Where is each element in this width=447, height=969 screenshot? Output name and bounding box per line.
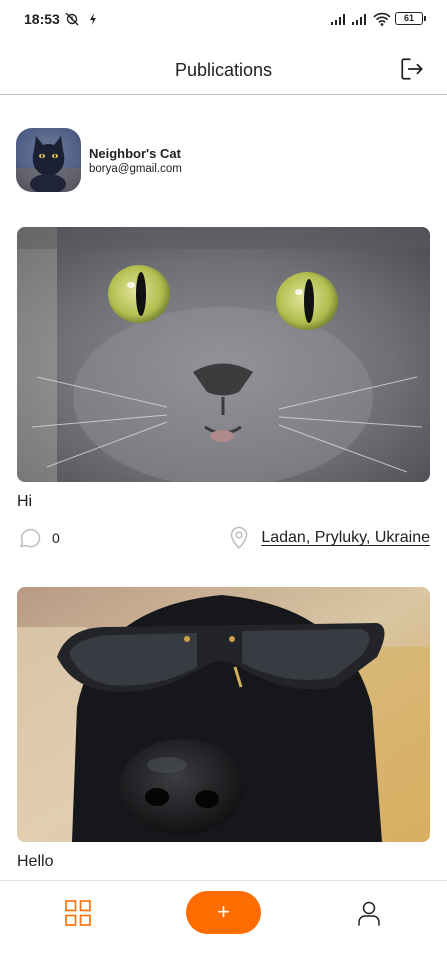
comments-count: 0 xyxy=(52,530,60,546)
post-image[interactable] xyxy=(17,587,430,842)
status-time: 18:53 xyxy=(24,11,60,27)
signal-icon xyxy=(331,14,345,25)
post-card: Hello xyxy=(17,587,430,872)
post-image[interactable] xyxy=(17,227,430,482)
comment-icon xyxy=(20,528,41,548)
user-profile: Neighbor's Cat borya@gmail.com xyxy=(16,128,182,192)
logout-icon[interactable] xyxy=(399,56,425,82)
wifi-icon xyxy=(373,12,391,26)
location-link[interactable]: Ladan, Pryluky, Ukraine xyxy=(229,526,430,550)
alarm-off-icon xyxy=(65,12,79,26)
post-card: Hi 0 Ladan, Pryluky, Ukraine xyxy=(17,227,430,554)
user-icon[interactable] xyxy=(355,899,383,927)
post-title: Hi xyxy=(17,493,33,510)
status-bar: 18:53 61 xyxy=(0,0,447,38)
bottom-nav: + xyxy=(0,880,447,969)
map-pin-icon xyxy=(231,526,248,550)
app-header: Publications xyxy=(0,38,447,95)
profile-name: Neighbor's Cat xyxy=(89,146,181,161)
add-button[interactable]: + xyxy=(186,891,261,934)
post-meta: 0 Ladan, Pryluky, Ukraine xyxy=(17,526,430,554)
bolt-icon xyxy=(90,13,96,25)
grid-icon[interactable] xyxy=(65,900,91,926)
post-title: Hello xyxy=(17,853,54,870)
signal-icon xyxy=(352,14,366,25)
profile-email: borya@gmail.com xyxy=(89,163,182,175)
location-text: Ladan, Pryluky, Ukraine xyxy=(261,529,430,546)
comments-button[interactable]: 0 xyxy=(17,526,60,550)
avatar xyxy=(16,128,81,192)
page-title: Publications xyxy=(174,60,273,80)
battery-icon: 61 xyxy=(395,12,426,25)
